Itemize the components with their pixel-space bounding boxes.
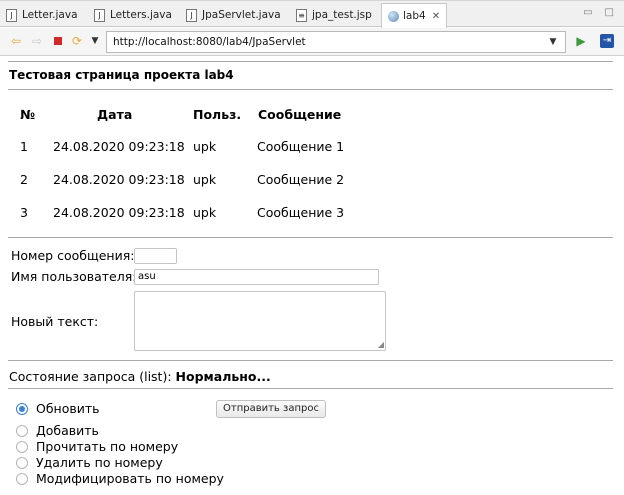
msg-number-input[interactable] <box>134 248 177 264</box>
username-input[interactable]: asu <box>134 269 379 285</box>
radio-add[interactable]: Добавить <box>16 423 99 438</box>
tab-label: Letters.java <box>110 9 172 21</box>
radio-label: Добавить <box>36 423 99 438</box>
resize-grip-icon[interactable]: ◢ <box>378 341 384 349</box>
msg-number-label: Номер сообщения: <box>11 248 135 263</box>
table-cell-date: 24.08.2020 09:23:18 <box>53 172 185 187</box>
minimize-icon[interactable]: ▭ <box>583 7 592 18</box>
col-header-date: Дата <box>97 107 133 122</box>
radio-label: Удалить по номеру <box>36 455 163 470</box>
col-header-user: Польз. <box>193 107 242 122</box>
browser-toolbar: ⇦ ⇨ ⟳ ▼ http://localhost:8080/lab4/JpaSe… <box>0 28 624 56</box>
username-label: Имя пользователя: <box>11 269 137 284</box>
status-label: Состояние запроса (list): <box>9 369 172 384</box>
tab-label: JpaServlet.java <box>202 9 281 21</box>
java-file-icon: J <box>94 8 105 22</box>
new-text-label: Новый текст: <box>11 314 99 329</box>
radio-label: Обновить <box>36 401 100 416</box>
divider <box>8 360 613 361</box>
globe-icon <box>388 10 399 22</box>
radio-read-by-number[interactable]: Прочитать по номеру <box>16 439 178 454</box>
radio-modify-by-number[interactable]: Модифицировать по номеру <box>16 471 224 486</box>
open-external-icon[interactable]: ⇥ <box>600 34 614 48</box>
table-cell-number: 1 <box>20 139 28 154</box>
table-cell-user: upk <box>193 172 217 187</box>
forward-arrow-icon[interactable]: ⇨ <box>30 34 44 48</box>
submit-request-button[interactable]: Отправить запрос <box>216 400 326 418</box>
maximize-icon[interactable]: □ <box>605 7 614 18</box>
table-cell-date: 24.08.2020 09:23:18 <box>53 139 185 154</box>
divider <box>8 89 613 90</box>
table-cell-date: 24.08.2020 09:23:18 <box>53 205 185 220</box>
radio-button[interactable] <box>16 456 28 469</box>
stop-icon[interactable] <box>51 34 65 48</box>
table-cell-message: Сообщение 2 <box>257 172 345 187</box>
col-header-number: № <box>20 107 36 122</box>
table-cell-user: upk <box>193 139 217 154</box>
jsp-file-icon: ≡ <box>296 8 307 22</box>
status-value: Нормально... <box>175 369 271 384</box>
divider <box>8 61 613 62</box>
tab-letter-java[interactable]: J Letter.java <box>6 3 78 27</box>
tab-lab4-browser[interactable]: lab4 ✕ <box>381 3 448 28</box>
tab-letters-java[interactable]: J Letters.java <box>94 3 172 27</box>
refresh-icon[interactable]: ⟳ <box>70 34 84 48</box>
close-icon[interactable]: ✕ <box>432 11 440 22</box>
table-cell-number: 2 <box>20 172 28 187</box>
tab-label: Letter.java <box>22 9 78 21</box>
radio-button[interactable] <box>16 440 28 453</box>
tab-jpaservlet-java[interactable]: J JpaServlet.java <box>186 3 281 27</box>
new-text-textarea[interactable]: ◢ <box>134 291 386 351</box>
menu-dropdown-icon[interactable]: ▼ <box>88 34 102 48</box>
back-arrow-icon[interactable]: ⇦ <box>9 34 23 48</box>
page-title: Тестовая страница проекта lab4 <box>9 68 234 82</box>
tab-label: jpa_test.jsp <box>312 9 372 21</box>
radio-button[interactable] <box>16 424 28 437</box>
java-file-icon: J <box>186 8 197 22</box>
col-header-message: Сообщение <box>258 107 342 122</box>
radio-label: Модифицировать по номеру <box>36 471 224 486</box>
radio-label: Прочитать по номеру <box>36 439 179 454</box>
radio-button[interactable] <box>16 472 28 485</box>
java-file-icon: J <box>6 8 17 22</box>
radio-delete-by-number[interactable]: Удалить по номеру <box>16 455 163 470</box>
tab-label: lab4 <box>403 10 426 22</box>
window-controls: ▭ □ <box>583 7 614 18</box>
table-cell-message: Сообщение 1 <box>257 139 345 154</box>
request-status: Состояние запроса (list): Нормально... <box>9 369 271 384</box>
divider <box>8 388 613 389</box>
page-content: Тестовая страница проекта lab4 № Дата По… <box>0 57 624 495</box>
divider <box>8 237 613 238</box>
radio-refresh[interactable]: Обновить <box>16 401 100 416</box>
table-cell-number: 3 <box>20 205 28 220</box>
url-input[interactable]: http://localhost:8080/lab4/JpaServlet <box>106 31 566 53</box>
editor-tab-bar: J Letter.java J Letters.java J JpaServle… <box>0 0 624 28</box>
table-cell-user: upk <box>193 205 217 220</box>
tab-jpa-test-jsp[interactable]: ≡ jpa_test.jsp <box>296 3 372 27</box>
go-icon[interactable]: ▶ <box>574 34 588 48</box>
url-history-dropdown-icon[interactable]: ▼ <box>542 32 564 52</box>
table-cell-message: Сообщение 3 <box>257 205 345 220</box>
radio-button-checked[interactable] <box>16 402 28 415</box>
